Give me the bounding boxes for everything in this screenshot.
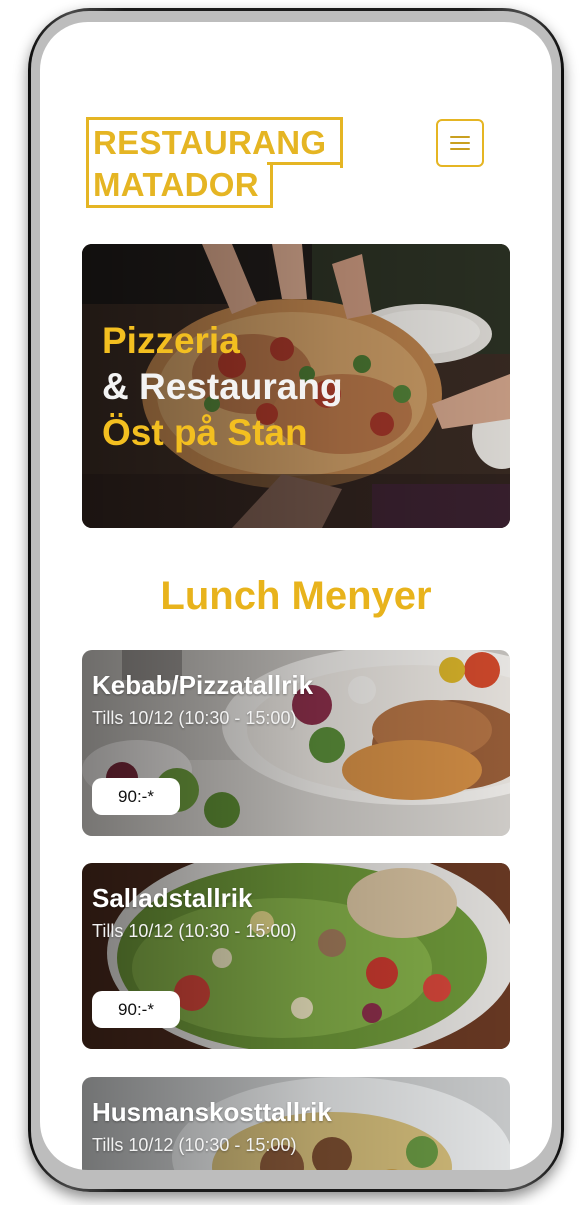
menu-item-title: Husmanskosttallrik	[92, 1097, 332, 1127]
section-title: Lunch Menyer	[160, 574, 432, 618]
menu-item-availability: Tills 10/12 (10:30 - 15:00)	[92, 921, 297, 941]
hero-line-3: Öst på Stan	[102, 412, 308, 453]
logo-text-line-2: MATADOR	[93, 166, 259, 203]
menu-toggle-button[interactable]	[436, 119, 484, 167]
hero-line-2: & Restaurang	[102, 366, 343, 407]
hamburger-icon	[450, 136, 470, 150]
logo-text-line-1: RESTAURANG	[93, 124, 327, 161]
menu-item-title: Salladstallrik	[92, 883, 253, 913]
lunch-menu-card[interactable]: Husmanskosttallrik Tills 10/12 (10:30 - …	[82, 1077, 510, 1170]
menu-item-availability: Tills 10/12 (10:30 - 15:00)	[92, 1135, 297, 1155]
menu-item-availability: Tills 10/12 (10:30 - 15:00)	[92, 708, 297, 728]
price-badge: 90:-*	[92, 778, 180, 815]
hero-headline: Pizzeria & Restaurang Öst på Stan	[102, 318, 343, 456]
lunch-menu-card[interactable]: Salladstallrik Tills 10/12 (10:30 - 15:0…	[82, 863, 510, 1049]
hero-line-1: Pizzeria	[102, 320, 240, 361]
site-logo[interactable]: RESTAURANG MATADOR	[86, 117, 343, 211]
screenshot-stage: RESTAURANG MATADOR Pizzeria & Restaurang…	[0, 0, 587, 1205]
phone-screen: RESTAURANG MATADOR Pizzeria & Restaurang…	[40, 22, 552, 1170]
menu-item-title: Kebab/Pizzatallrik	[92, 670, 314, 700]
hero-banner: Pizzeria & Restaurang Öst på Stan	[82, 244, 510, 528]
lunch-menu-card[interactable]: Kebab/Pizzatallrik Tills 10/12 (10:30 - …	[82, 650, 510, 836]
price-badge: 90:-*	[92, 991, 180, 1028]
